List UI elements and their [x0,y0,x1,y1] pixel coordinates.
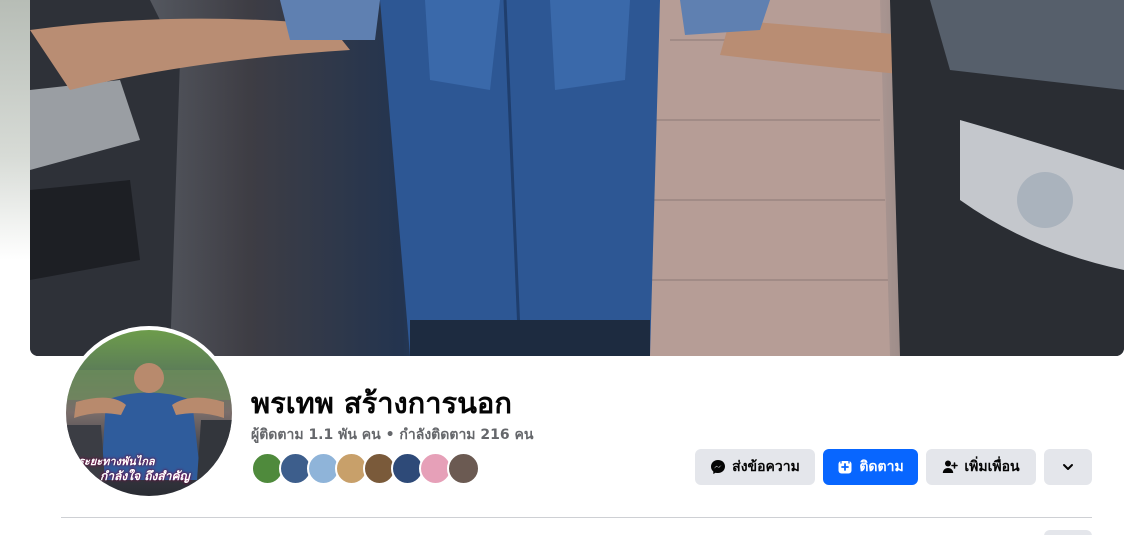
tab-more-hint[interactable] [1044,530,1092,535]
add-friend-icon [943,460,959,473]
page-background [0,0,30,260]
message-button[interactable]: ส่งข้อความ [695,449,815,485]
more-options-button[interactable] [1044,449,1092,485]
add-friend-button-label: เพิ่มเพื่อน [964,459,1020,475]
add-friend-button[interactable]: เพิ่มเพื่อน [926,449,1036,485]
cover-photo[interactable] [30,0,1124,356]
profile-stats[interactable]: ผู้ติดตาม 1.1 พัน คน • กำลังติดตาม 216 ค… [251,424,533,446]
messenger-icon [711,460,726,474]
follow-button[interactable]: ติดตาม [823,449,918,485]
follow-button-label: ติดตาม [859,459,904,475]
profile-avatar[interactable]: ระยะทางพันไกล กำลังใจ ถึงสำคัญ [62,326,236,500]
friend-avatar-8[interactable] [447,452,480,485]
message-button-label: ส่งข้อความ [732,459,800,475]
profile-name: พรเทพ สร้างการนอก [251,386,512,420]
cover-photo-illustration [30,0,1124,356]
avatar-caption-line2: กำลังใจ ถึงสำคัญ [100,469,190,483]
follow-icon [838,461,852,474]
chevron-down-icon [1063,464,1073,470]
profile-header-divider [61,517,1092,518]
profile-avatar-image: ระยะทางพันไกล กำลังใจ ถึงสำคัญ [66,330,232,496]
